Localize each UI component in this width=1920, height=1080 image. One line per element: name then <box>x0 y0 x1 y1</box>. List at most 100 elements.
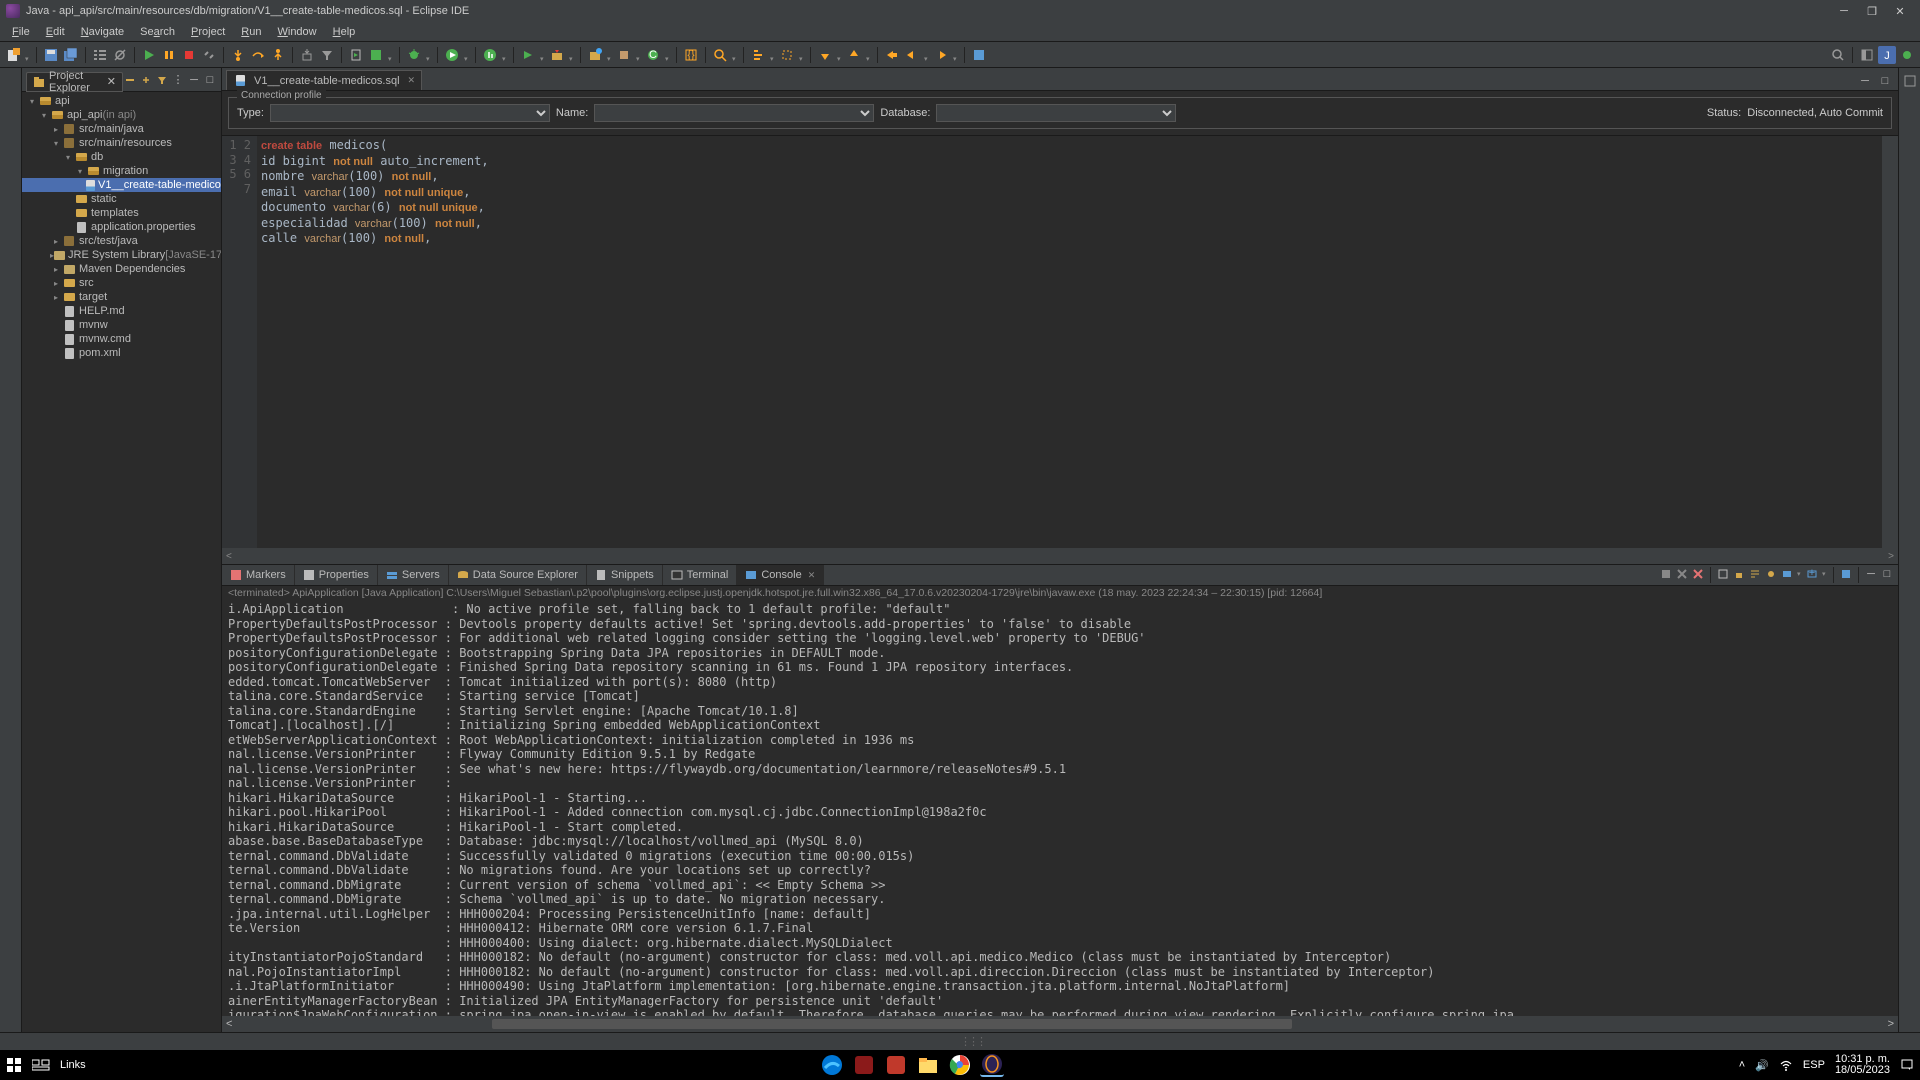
close-icon[interactable]: ✕ <box>808 570 816 581</box>
minimize-editor-button[interactable]: ─ <box>1856 72 1874 90</box>
app-taskbar-icon-2[interactable] <box>884 1053 908 1077</box>
console-tab[interactable]: Console✕ <box>737 565 824 585</box>
dropdown-icon[interactable] <box>636 52 642 58</box>
tree-item[interactable]: ▸target <box>22 290 221 304</box>
minimize-button[interactable]: ─ <box>1830 0 1858 22</box>
minimize-view-button[interactable]: ─ <box>187 73 201 87</box>
use-step-filters-button[interactable] <box>318 46 336 64</box>
open-perspective-button[interactable] <box>1858 46 1876 64</box>
run-button[interactable] <box>443 46 461 64</box>
step-over-button[interactable] <box>249 46 267 64</box>
tray-chevron-icon[interactable]: ˄ <box>1739 1059 1745 1071</box>
disconnect-button[interactable] <box>200 46 218 64</box>
dropdown-icon[interactable] <box>866 52 872 58</box>
menu-window[interactable]: Window <box>269 24 324 40</box>
new-java-project-button[interactable] <box>586 46 604 64</box>
properties-tab[interactable]: Properties <box>295 565 378 585</box>
type-select[interactable] <box>270 104 550 122</box>
tree-item[interactable]: ▸src/main/java <box>22 122 221 136</box>
tree-item[interactable]: ▾src/main/resources <box>22 136 221 150</box>
toggle-block-selection-button[interactable] <box>778 46 796 64</box>
tree-item[interactable]: mvnw <box>22 318 221 332</box>
servers-tab[interactable]: Servers <box>378 565 449 585</box>
project-explorer-tab[interactable]: Project Explorer ✕ <box>26 72 123 92</box>
dropdown-icon[interactable] <box>770 52 776 58</box>
scroll-left-icon[interactable]: < <box>226 1018 232 1030</box>
pin-editor-button[interactable] <box>970 46 988 64</box>
dropdown-icon[interactable] <box>426 52 432 58</box>
code-editor[interactable]: 1 2 3 4 5 6 7 create table medicos( id b… <box>222 135 1898 548</box>
menu-project[interactable]: Project <box>183 24 233 40</box>
last-edit-location-button[interactable] <box>883 46 901 64</box>
menu-help[interactable]: Help <box>325 24 364 40</box>
dropdown-icon[interactable] <box>464 52 470 58</box>
vertical-scrollbar[interactable] <box>1882 136 1898 548</box>
maximize-console-button[interactable]: □ <box>1880 567 1894 581</box>
snippets-tab[interactable]: Snippets <box>587 565 663 585</box>
drop-to-frame-button[interactable] <box>298 46 316 64</box>
dropdown-icon[interactable] <box>837 52 843 58</box>
dropdown-icon[interactable] <box>924 52 930 58</box>
database-select[interactable] <box>936 104 1176 122</box>
scroll-lock-button[interactable] <box>1732 567 1746 581</box>
search-button[interactable] <box>711 46 729 64</box>
tree-item[interactable]: ▾api <box>22 94 221 108</box>
word-wrap-button[interactable] <box>1748 567 1762 581</box>
close-icon[interactable]: ✕ <box>408 75 416 86</box>
new-class-button[interactable]: C <box>644 46 662 64</box>
minimize-console-button[interactable]: ─ <box>1864 567 1878 581</box>
editor-tab[interactable]: V1__create-table-medicos.sql ✕ <box>226 70 422 90</box>
new-button[interactable] <box>4 46 22 64</box>
back-button[interactable] <box>903 46 921 64</box>
tree-item[interactable]: pom.xml <box>22 346 221 360</box>
dropdown-icon[interactable] <box>1822 567 1828 573</box>
new-package-button[interactable] <box>615 46 633 64</box>
wifi-icon[interactable] <box>1779 1058 1793 1072</box>
remove-launch-button[interactable] <box>1675 567 1689 581</box>
step-into-button[interactable] <box>229 46 247 64</box>
close-button[interactable]: ✕ <box>1886 0 1914 22</box>
name-select[interactable] <box>594 104 874 122</box>
scroll-right-icon[interactable]: > <box>1888 551 1894 562</box>
markers-tab[interactable]: Markers <box>222 565 295 585</box>
suspend-button[interactable] <box>160 46 178 64</box>
step-return-button[interactable] <box>269 46 287 64</box>
menu-search[interactable]: Search <box>132 24 183 40</box>
console-output[interactable]: i.ApiApplication : No active profile set… <box>222 600 1898 1016</box>
dropdown-icon[interactable] <box>1797 567 1803 573</box>
tree-item[interactable]: ▸src/test/java <box>22 234 221 248</box>
clock[interactable]: 10:31 p. m. 18/05/2023 <box>1835 1054 1890 1076</box>
edge-taskbar-icon[interactable] <box>820 1053 844 1077</box>
open-console-button[interactable]: + <box>1805 567 1819 581</box>
maximize-editor-button[interactable]: □ <box>1876 72 1894 90</box>
menu-run[interactable]: Run <box>233 24 269 40</box>
run-last-button[interactable] <box>519 46 537 64</box>
maximize-view-button[interactable]: □ <box>203 73 217 87</box>
java-perspective-button[interactable]: J <box>1878 46 1896 64</box>
open-type-button[interactable]: {} <box>682 46 700 64</box>
scroll-right-icon[interactable]: > <box>1888 1018 1894 1030</box>
relaunch-button[interactable] <box>347 46 365 64</box>
maximize-button[interactable]: ❐ <box>1858 0 1886 22</box>
project-tree[interactable]: ▾api ▾api_api (in api) ▸src/main/java ▾s… <box>22 92 221 362</box>
tree-item[interactable]: mvnw.cmd <box>22 332 221 346</box>
quick-access-button[interactable] <box>1829 46 1847 64</box>
menu-file[interactable]: File <box>4 24 38 40</box>
tree-item[interactable]: ▾migration <box>22 164 221 178</box>
next-annotation-button[interactable] <box>816 46 834 64</box>
dropdown-icon[interactable] <box>540 52 546 58</box>
dropdown-icon[interactable] <box>569 52 575 58</box>
clear-console-button[interactable] <box>1716 567 1730 581</box>
notifications-icon[interactable] <box>1900 1058 1914 1072</box>
dropdown-icon[interactable] <box>25 52 31 58</box>
outline-view-icon[interactable] <box>1901 72 1919 90</box>
menu-navigate[interactable]: Navigate <box>73 24 132 40</box>
forward-button[interactable] <box>932 46 950 64</box>
chrome-taskbar-icon[interactable] <box>948 1053 972 1077</box>
editor-horizontal-scrollbar[interactable]: < > <box>222 548 1898 564</box>
console-horizontal-scrollbar[interactable]: < > <box>222 1016 1898 1032</box>
boot-dashboard-button[interactable] <box>367 46 385 64</box>
debug-button[interactable] <box>405 46 423 64</box>
menu-edit[interactable]: Edit <box>38 24 73 40</box>
scroll-left-icon[interactable]: < <box>226 551 232 562</box>
